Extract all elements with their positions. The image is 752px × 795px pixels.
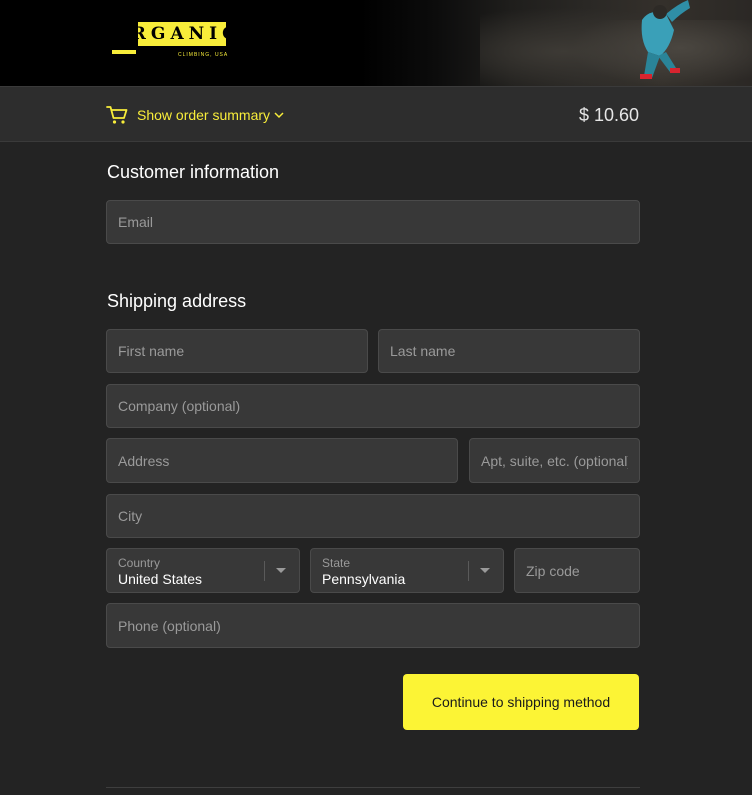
first-name-field[interactable]: [107, 330, 367, 372]
zip-field-wrapper: [514, 548, 640, 593]
dropdown-arrow-icon: [276, 568, 286, 573]
order-summary-label: Show order summary: [137, 107, 271, 123]
select-divider: [264, 561, 265, 581]
company-field[interactable]: [107, 385, 639, 427]
state-select[interactable]: State Pennsylvania: [310, 548, 504, 593]
logo-underline: [112, 50, 136, 54]
brand-logo[interactable]: ORGANIC CLIMBING, USA: [112, 22, 236, 58]
cart-icon: [106, 106, 128, 124]
show-order-summary-toggle[interactable]: Show order summary: [106, 105, 284, 125]
customer-information-heading: Customer information: [107, 162, 280, 182]
order-total: $ 10.60: [578, 105, 639, 125]
state-select-label: State: [322, 556, 351, 570]
logo-text: ORGANIC: [112, 24, 241, 44]
email-field-wrapper: [106, 200, 640, 244]
email-field[interactable]: [107, 201, 639, 243]
header-banner: ORGANIC CLIMBING, USA: [0, 0, 752, 86]
phone-field-wrapper: [106, 603, 640, 648]
order-summary-bar: Show order summary $ 10.60: [0, 86, 752, 142]
dropdown-arrow-icon: [480, 568, 490, 573]
zip-code-field[interactable]: [515, 549, 639, 592]
apt-suite-field[interactable]: [470, 439, 639, 482]
chevron-down-icon: [274, 112, 284, 119]
shipping-address-heading: Shipping address: [107, 291, 247, 311]
apt-field-wrapper: [469, 438, 640, 483]
country-select[interactable]: Country United States: [106, 548, 300, 593]
footer-divider: [106, 787, 640, 788]
address-field-wrapper: [106, 438, 458, 483]
first-name-field-wrapper: [106, 329, 368, 373]
address-field[interactable]: [107, 439, 457, 482]
city-field-wrapper: [106, 494, 640, 538]
last-name-field-wrapper: [378, 329, 640, 373]
country-select-label: Country: [118, 556, 161, 570]
country-select-value: United States: [118, 571, 203, 587]
last-name-field[interactable]: [379, 330, 639, 372]
state-select-value: Pennsylvania: [322, 571, 406, 587]
phone-field[interactable]: [107, 604, 639, 647]
climber-image: [640, 0, 690, 79]
company-field-wrapper: [106, 384, 640, 428]
city-field[interactable]: [107, 495, 639, 537]
select-divider: [468, 561, 469, 581]
logo-subtext: CLIMBING, USA: [178, 52, 229, 58]
continue-to-shipping-method-button[interactable]: Continue to shipping method: [403, 674, 639, 730]
